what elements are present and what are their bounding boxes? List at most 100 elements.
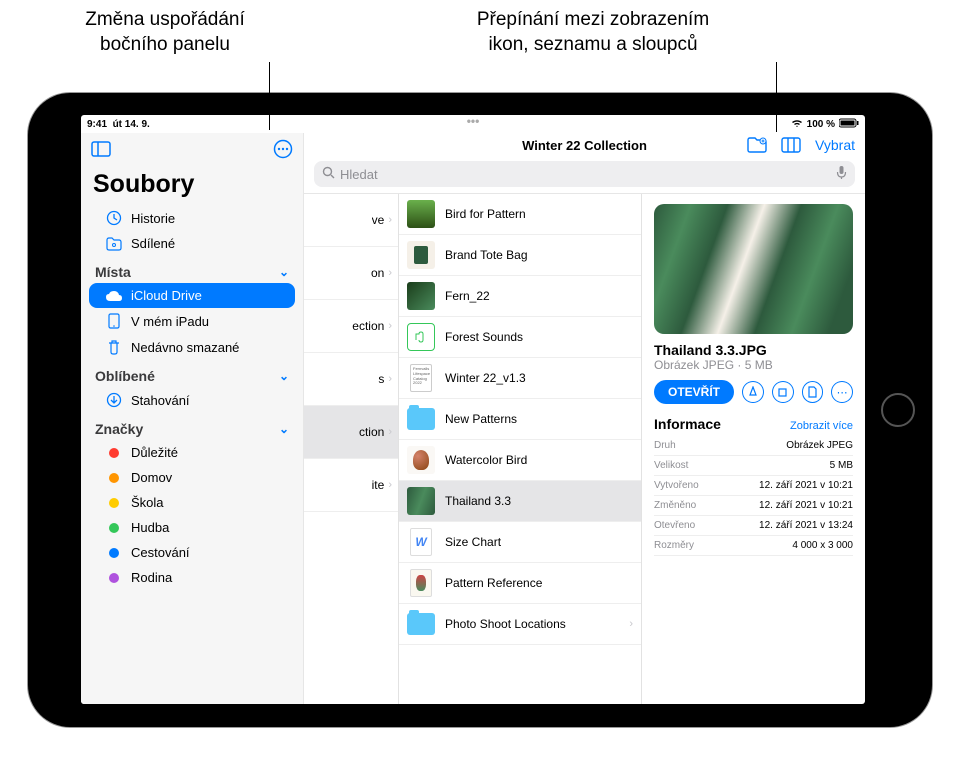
sidebar-item-history[interactable]: Historie <box>89 205 295 231</box>
info-key: Otevřeno <box>654 520 695 531</box>
wifi-icon <box>791 118 803 131</box>
sidebar-section-favorites[interactable]: Oblíbené ⌄ <box>81 360 303 387</box>
rotate-icon[interactable] <box>772 381 794 403</box>
file-name: Fern_22 <box>445 289 490 303</box>
sidebar-item-shared[interactable]: Sdílené <box>89 231 295 256</box>
file-thumbnail <box>407 323 435 351</box>
sidebar-title: Soubory <box>81 168 303 205</box>
chevron-down-icon: ⌄ <box>279 369 289 383</box>
file-row[interactable]: FernvallsLifespaceCatalog2022Winter 22_v… <box>399 358 641 399</box>
column1-row[interactable]: s› <box>304 353 398 406</box>
info-label: Informace <box>654 416 721 432</box>
file-name: Size Chart <box>445 535 501 549</box>
info-value: 12. září 2021 v 10:21 <box>759 500 853 511</box>
screen: 9:41 út 14. 9. ••• 100 % <box>81 115 865 704</box>
callout-line <box>269 62 270 130</box>
chevron-right-icon: › <box>388 373 392 385</box>
main-content: Winter 22 Collection Vybrat Hledat ve›on… <box>304 133 865 704</box>
sidebar-item-label: V mém iPadu <box>131 314 209 329</box>
info-row: Velikost5 MB <box>654 456 853 476</box>
file-row[interactable]: W Size Chart <box>399 522 641 563</box>
column1-row[interactable]: ction› <box>304 406 398 459</box>
sidebar-tag-item[interactable]: Domov <box>89 465 295 490</box>
column-1: ve›on›ection›s›ction›ite› <box>304 194 399 704</box>
open-button[interactable]: OTEVŘÍT <box>654 380 734 404</box>
file-row[interactable]: Photo Shoot Locations› <box>399 604 641 645</box>
home-button[interactable] <box>881 393 915 427</box>
file-row[interactable]: Thailand 3.3 <box>399 481 641 522</box>
sidebar-item-label: iCloud Drive <box>131 288 202 303</box>
new-folder-icon[interactable] <box>747 137 767 153</box>
more-icon[interactable]: ⋯ <box>831 381 853 403</box>
file-row[interactable]: Bird for Pattern <box>399 194 641 235</box>
column1-row[interactable]: ection› <box>304 300 398 353</box>
search-input[interactable]: Hledat <box>314 161 855 187</box>
file-name: Bird for Pattern <box>445 207 526 221</box>
select-button[interactable]: Vybrat <box>815 137 855 153</box>
sidebar: Soubory Historie Sdílené Místa ⌄ iCloud … <box>81 133 304 704</box>
info-value: Obrázek JPEG <box>786 440 853 451</box>
battery-percent: 100 % <box>807 119 835 130</box>
info-value: 5 MB <box>830 460 853 471</box>
column1-row[interactable]: ite› <box>304 459 398 512</box>
column1-row[interactable]: ve› <box>304 194 398 247</box>
info-value: 12. září 2021 v 10:21 <box>759 480 853 491</box>
file-thumbnail <box>407 405 435 433</box>
chevron-right-icon: › <box>388 267 392 279</box>
sidebar-item-icloud[interactable]: iCloud Drive <box>89 283 295 308</box>
sidebar-item-trash[interactable]: Nedávno smazané <box>89 334 295 360</box>
chevron-down-icon: ⌄ <box>279 422 289 436</box>
preview-image <box>654 204 853 334</box>
show-more-button[interactable]: Zobrazit více <box>790 420 853 432</box>
file-row[interactable]: Forest Sounds <box>399 317 641 358</box>
sidebar-item-ipad[interactable]: V mém iPadu <box>89 308 295 334</box>
view-switcher-icon[interactable] <box>781 137 801 153</box>
callout-sidebar-arrange: Změna uspořádání bočního panelu <box>60 8 270 57</box>
tag-dot-icon <box>105 573 123 583</box>
chevron-right-icon: › <box>388 426 392 438</box>
ipad-frame: 9:41 út 14. 9. ••• 100 % <box>28 93 932 727</box>
battery-icon <box>839 118 859 131</box>
sidebar-item-label: Domov <box>131 470 172 485</box>
search-icon <box>322 166 335 182</box>
sidebar-section-places[interactable]: Místa ⌄ <box>81 256 303 283</box>
sidebar-item-downloads[interactable]: Stahování <box>89 387 295 413</box>
file-name: Winter 22_v1.3 <box>445 371 526 385</box>
sidebar-toggle-icon[interactable] <box>91 141 111 162</box>
sidebar-tag-item[interactable]: Důležité <box>89 440 295 465</box>
sidebar-tag-item[interactable]: Škola <box>89 490 295 515</box>
file-row[interactable]: Fern_22 <box>399 276 641 317</box>
info-key: Vytvořeno <box>654 480 699 491</box>
file-row[interactable]: Brand Tote Bag <box>399 235 641 276</box>
sidebar-tag-item[interactable]: Rodina <box>89 565 295 590</box>
info-value: 12. září 2021 v 13:24 <box>759 520 853 531</box>
mic-icon[interactable] <box>836 165 847 183</box>
file-name: Thailand 3.3 <box>445 494 511 508</box>
column1-row[interactable]: on› <box>304 247 398 300</box>
sidebar-item-label: Hudba <box>131 520 169 535</box>
more-options-icon[interactable] <box>273 139 293 164</box>
sidebar-item-label: Škola <box>131 495 164 510</box>
file-row[interactable]: Pattern Reference <box>399 563 641 604</box>
preview-panel: Thailand 3.3.JPG Obrázek JPEG · 5 MB OTE… <box>642 194 865 704</box>
file-thumbnail <box>407 610 435 638</box>
file-name: Watercolor Bird <box>445 453 527 467</box>
file-thumbnail: W <box>407 528 435 556</box>
file-name: New Patterns <box>445 412 517 426</box>
sidebar-item-label: Stahování <box>131 393 190 408</box>
info-row: DruhObrázek JPEG <box>654 436 853 456</box>
pdf-icon[interactable] <box>802 381 824 403</box>
toolbar: Winter 22 Collection Vybrat <box>304 133 865 157</box>
tag-dot-icon <box>105 448 123 458</box>
sidebar-section-tags[interactable]: Značky ⌄ <box>81 413 303 440</box>
sidebar-tag-item[interactable]: Cestování <box>89 540 295 565</box>
file-name: Pattern Reference <box>445 576 542 590</box>
file-row[interactable]: New Patterns <box>399 399 641 440</box>
file-row[interactable]: Watercolor Bird <box>399 440 641 481</box>
sidebar-tag-item[interactable]: Hudba <box>89 515 295 540</box>
multitask-indicator[interactable]: ••• <box>467 115 480 128</box>
sidebar-item-label: Cestování <box>131 545 190 560</box>
markup-icon[interactable] <box>742 381 764 403</box>
info-row: Změněno12. září 2021 v 10:21 <box>654 496 853 516</box>
column-2: Bird for Pattern Brand Tote Bag Fern_22 For… <box>399 194 642 704</box>
